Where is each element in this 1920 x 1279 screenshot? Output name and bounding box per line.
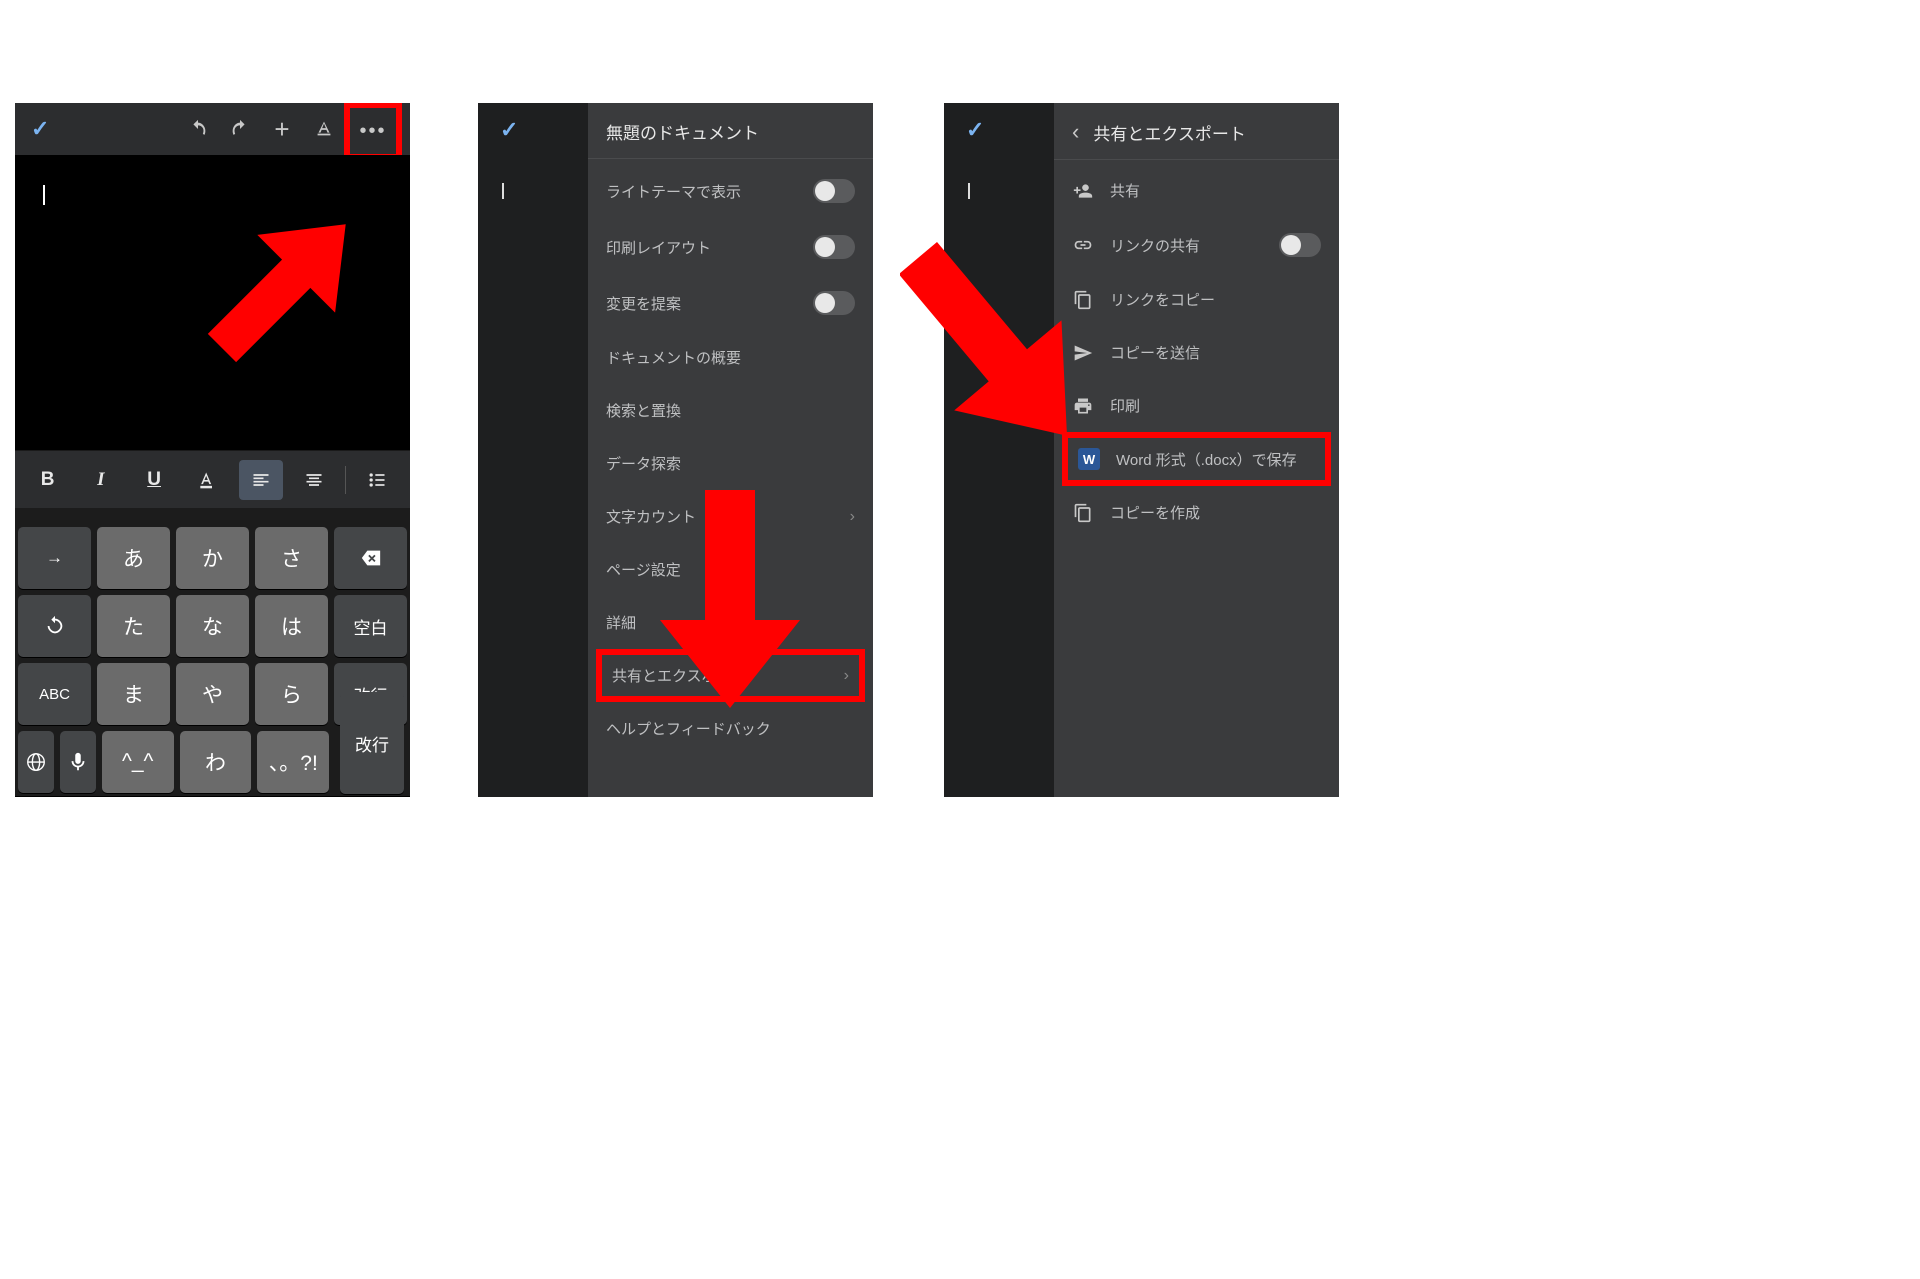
back-button[interactable]: ‹	[1072, 119, 1079, 145]
menu-print[interactable]: 印刷	[1054, 379, 1339, 432]
menu-label: ヘルプとフィードバック	[606, 718, 855, 739]
menu-label: 印刷	[1110, 395, 1321, 416]
doc-preview-strip: ✓	[478, 103, 588, 797]
menu-label: リンクをコピー	[1110, 289, 1321, 310]
bullet-list-button[interactable]	[355, 460, 399, 500]
text-cursor	[43, 185, 45, 205]
person-add-icon	[1072, 181, 1094, 201]
menu-share[interactable]: 共有	[1054, 164, 1339, 217]
key-ta[interactable]: た	[97, 595, 170, 657]
toggle-off[interactable]	[1279, 233, 1321, 257]
menu-title: 無題のドキュメント	[588, 103, 873, 159]
key-ra[interactable]: ら	[255, 663, 328, 725]
bold-button[interactable]: B	[26, 460, 70, 500]
menu-explore[interactable]: データ探索	[588, 437, 873, 490]
menu-copy-link[interactable]: リンクをコピー	[1054, 273, 1339, 326]
key-ya[interactable]: や	[176, 663, 249, 725]
menu-label: ドキュメントの概要	[606, 347, 855, 368]
toggle-off[interactable]	[813, 291, 855, 315]
menu-link-sharing[interactable]: リンクの共有	[1054, 217, 1339, 273]
menu-label: 検索と置換	[606, 400, 855, 421]
duplicate-icon	[1072, 503, 1094, 523]
chevron-right-icon: ›	[844, 667, 849, 685]
text-format-button[interactable]	[306, 111, 342, 147]
key-abc[interactable]: ABC	[18, 663, 91, 725]
text-cursor	[502, 183, 504, 199]
key-emoji[interactable]: ^_^	[102, 731, 174, 793]
align-left-button[interactable]	[239, 460, 283, 500]
chevron-right-icon: ›	[850, 508, 855, 526]
underline-button[interactable]: U	[132, 460, 176, 500]
menu-save-word-highlight[interactable]: W Word 形式（.docx）で保存	[1062, 432, 1331, 486]
insert-button[interactable]: +	[264, 111, 300, 147]
menu-label: 変更を提案	[606, 293, 797, 314]
annotation-arrow-2	[640, 490, 820, 710]
editor-toolbar: ✓ + •••	[15, 103, 410, 155]
key-a[interactable]: あ	[97, 527, 170, 589]
menu-find-replace[interactable]: 検索と置換	[588, 384, 873, 437]
divider	[345, 466, 346, 494]
menu-label: 共有	[1110, 180, 1321, 201]
align-center-button[interactable]	[292, 460, 336, 500]
more-menu-button[interactable]: •••	[355, 113, 391, 149]
done-button[interactable]: ✓	[958, 117, 992, 143]
annotation-arrow-3	[900, 240, 1090, 460]
menu-print-layout[interactable]: 印刷レイアウト	[588, 219, 873, 275]
menu-doc-outline[interactable]: ドキュメントの概要	[588, 331, 873, 384]
menu-label: コピーを作成	[1110, 502, 1321, 523]
key-ma[interactable]: ま	[97, 663, 170, 725]
menu-make-copy[interactable]: コピーを作成	[1054, 486, 1339, 539]
key-space[interactable]: 空白	[334, 595, 407, 657]
key-reverse[interactable]	[18, 595, 91, 657]
menu-light-theme[interactable]: ライトテーマで表示	[588, 163, 873, 219]
menu-suggest-changes[interactable]: 変更を提案	[588, 275, 873, 331]
format-toolbar: B I U	[15, 450, 410, 508]
text-cursor	[968, 183, 970, 199]
menu-label: リンクの共有	[1110, 235, 1263, 256]
done-button[interactable]: ✓	[23, 116, 57, 142]
key-ka[interactable]: か	[176, 527, 249, 589]
key-punct[interactable]: 、。?!	[257, 731, 329, 793]
key-sa[interactable]: さ	[255, 527, 328, 589]
undo-button[interactable]	[180, 111, 216, 147]
done-button[interactable]: ✓	[492, 117, 526, 143]
menu-label: Word 形式（.docx）で保存	[1116, 449, 1315, 470]
panel-header: ‹ 共有とエクスポート	[1054, 103, 1339, 160]
menu-label: ライトテーマで表示	[606, 181, 797, 202]
menu-title-text: 無題のドキュメント	[606, 119, 759, 144]
text-color-button[interactable]	[185, 460, 229, 500]
toggle-off[interactable]	[813, 179, 855, 203]
key-arrow[interactable]: →	[18, 527, 91, 589]
more-menu-highlight: •••	[344, 103, 402, 160]
key-backspace[interactable]	[334, 527, 407, 589]
menu-send-copy[interactable]: コピーを送信	[1054, 326, 1339, 379]
italic-button[interactable]: I	[79, 460, 123, 500]
key-mic[interactable]	[60, 731, 96, 793]
annotation-arrow-1	[175, 195, 375, 395]
toggle-off[interactable]	[813, 235, 855, 259]
key-return-tall[interactable]: 改行	[340, 692, 404, 794]
key-na[interactable]: な	[176, 595, 249, 657]
key-ha[interactable]: は	[255, 595, 328, 657]
document-canvas[interactable]	[15, 155, 410, 450]
menu-label: 印刷レイアウト	[606, 237, 797, 258]
redo-button[interactable]	[222, 111, 258, 147]
menu-label: コピーを送信	[1110, 342, 1321, 363]
share-export-panel: ‹ 共有とエクスポート 共有 リンクの共有 リンクをコピー コピーを送信	[1054, 103, 1339, 797]
key-globe[interactable]	[18, 731, 54, 793]
panel-title-text: 共有とエクスポート	[1093, 120, 1246, 145]
key-wa[interactable]: わ	[180, 731, 252, 793]
menu-label: データ探索	[606, 453, 855, 474]
